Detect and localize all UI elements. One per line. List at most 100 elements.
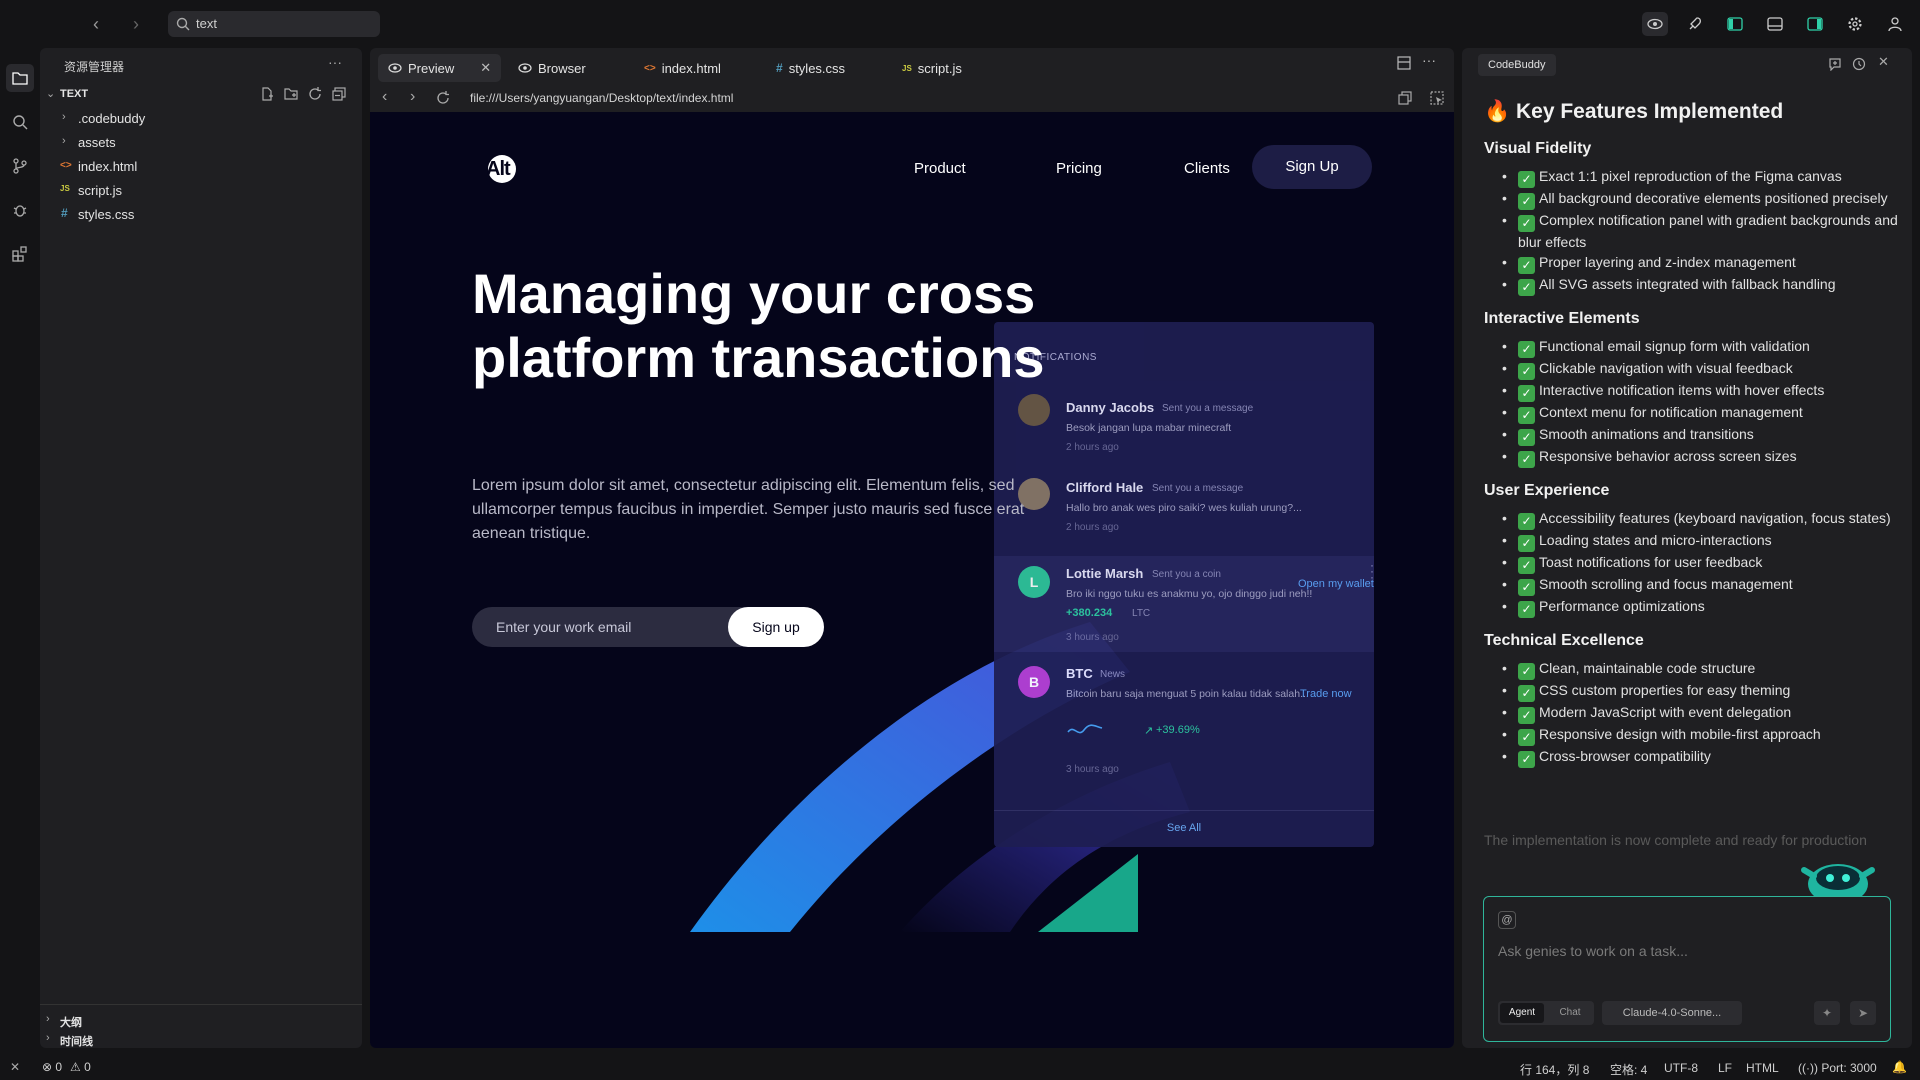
url-input[interactable]: file:///Users/yangyuangan/Desktop/text/i…	[470, 91, 733, 105]
tab-styles-css[interactable]: # styles.css	[766, 54, 855, 82]
tree-item-index-html[interactable]: <> index.html	[40, 154, 362, 178]
trade-now-link[interactable]: Trade now	[1300, 688, 1352, 700]
left-sidebar-toggle-icon[interactable]	[1722, 12, 1748, 36]
notification-item[interactable]: B BTC News Bitcoin baru saja menguat 5 p…	[994, 662, 1374, 792]
bell-icon[interactable]: 🔔	[1892, 1060, 1907, 1074]
tree-item-styles-css[interactable]: # styles.css	[40, 202, 362, 226]
tree-root[interactable]: ⌄ TEXT	[40, 82, 362, 106]
new-folder-icon[interactable]	[284, 87, 300, 101]
mention-icon[interactable]: @	[1498, 911, 1516, 929]
tab-index-html[interactable]: <> index.html	[634, 54, 731, 82]
bullet: •	[1502, 212, 1507, 228]
port-indicator[interactable]: ((·)) Port: 3000	[1798, 1061, 1877, 1075]
tab-preview[interactable]: Preview ✕	[378, 54, 502, 82]
status-bar: ✕ ⊗ 0 ⚠ 0 行 164，列 8 空格: 4 UTF-8 LF HTML …	[0, 1056, 1920, 1080]
bullet: •	[1502, 554, 1507, 570]
line-ending[interactable]: LF	[1718, 1061, 1732, 1075]
coin-currency: LTC	[1132, 608, 1151, 619]
browser-forward-icon[interactable]: ›	[410, 88, 415, 106]
tab-browser[interactable]: Browser	[508, 54, 596, 82]
checkmark-icon: ✓	[1518, 535, 1535, 552]
tree-item-label: index.html	[78, 159, 138, 174]
signup-button[interactable]: Sign up	[728, 607, 824, 647]
feature-item: • ✓ Responsive design with mobile-first ap…	[1502, 724, 1904, 746]
sparkline-icon	[1067, 724, 1103, 734]
feature-text: Performance optimizations	[1539, 598, 1705, 614]
bullet: •	[1502, 276, 1507, 292]
model-selector[interactable]: Claude-4.0-Sonne...	[1602, 1001, 1742, 1025]
logo[interactable]: Alt	[486, 158, 511, 181]
feature-text: Modern JavaScript with event delegation	[1539, 704, 1792, 720]
bullet: •	[1502, 338, 1507, 354]
notification-item[interactable]: L Lottie Marsh Sent you a coin Open my w…	[994, 556, 1374, 652]
more-options-icon[interactable]: ···	[1422, 52, 1436, 68]
inspect-icon[interactable]	[1430, 91, 1444, 105]
account-icon[interactable]	[1882, 12, 1908, 36]
errors-indicator[interactable]: ⊗ 0	[42, 1060, 62, 1074]
history-icon[interactable]	[1852, 57, 1866, 71]
tree-item-assets[interactable]: › assets	[40, 130, 362, 154]
chevron-down-icon: ⌄	[46, 88, 56, 100]
bullet: •	[1502, 704, 1507, 720]
timeline-section[interactable]: › 时间线	[40, 1030, 362, 1048]
checkmark-icon: ✓	[1518, 279, 1535, 296]
bottom-panel-toggle-icon[interactable]	[1762, 12, 1788, 36]
nav-signup-button[interactable]: Sign Up	[1252, 145, 1372, 189]
email-input[interactable]: Enter your work email	[472, 607, 760, 647]
more-options-icon[interactable]: ···	[328, 54, 342, 70]
tree-item-script-js[interactable]: JS script.js	[40, 178, 362, 202]
see-all-link[interactable]: See All	[994, 822, 1374, 834]
sparkle-icon[interactable]: ✦	[1814, 1001, 1840, 1025]
explorer-files-icon[interactable]	[6, 64, 34, 92]
copy-icon[interactable]	[1398, 91, 1412, 105]
browser-back-icon[interactable]: ‹	[382, 88, 387, 106]
collapse-all-icon[interactable]	[332, 87, 346, 101]
indentation[interactable]: 空格: 4	[1610, 1061, 1647, 1078]
notification-action: Sent you a coin	[1152, 569, 1221, 580]
reload-icon[interactable]	[436, 91, 450, 105]
close-icon[interactable]: ✕	[1878, 54, 1889, 70]
new-chat-icon[interactable]	[1828, 57, 1842, 71]
close-icon[interactable]: ✕	[480, 60, 491, 76]
forward-arrow-icon[interactable]: ›	[124, 12, 148, 36]
tree-item-codebuddy[interactable]: › .codebuddy	[40, 106, 362, 130]
rocket-icon[interactable]	[1682, 12, 1708, 36]
chat-input-box[interactable]: @ Ask genies to work on a task... Agent …	[1483, 896, 1891, 1042]
encoding[interactable]: UTF-8	[1664, 1061, 1698, 1075]
right-sidebar-toggle-icon[interactable]	[1802, 12, 1828, 36]
source-control-icon[interactable]	[6, 152, 34, 180]
mode-agent-button[interactable]: Agent	[1500, 1003, 1544, 1023]
nav-clients[interactable]: Clients	[1184, 160, 1230, 177]
cursor-position[interactable]: 行 164，列 8	[1520, 1061, 1589, 1078]
language-mode[interactable]: HTML	[1746, 1061, 1779, 1075]
search-input[interactable]: text	[168, 11, 380, 37]
mode-toggle: Agent Chat	[1498, 1001, 1594, 1025]
notification-message: Bitcoin baru saja menguat 5 poin kalau t…	[1066, 688, 1309, 700]
nav-pricing[interactable]: Pricing	[1056, 160, 1102, 177]
checkmark-icon: ✓	[1518, 751, 1535, 768]
back-arrow-icon[interactable]: ‹	[84, 12, 108, 36]
mode-chat-button[interactable]: Chat	[1548, 1003, 1592, 1023]
tab-codebuddy[interactable]: CodeBuddy	[1478, 54, 1556, 76]
split-editor-icon[interactable]	[1397, 56, 1411, 70]
notifications-panel: NOTIFICATIONS Danny Jacobs Sent you a me…	[994, 322, 1374, 847]
bullet: •	[1502, 254, 1507, 270]
extensions-icon[interactable]	[6, 240, 34, 268]
feature-text: Exact 1:1 pixel reproduction of the Figm…	[1539, 168, 1842, 184]
feature-item: • ✓ Smooth animations and transitions	[1502, 424, 1904, 446]
kebab-menu-icon[interactable]: · · ·	[1370, 559, 1374, 583]
search-icon[interactable]	[6, 108, 34, 136]
debug-icon[interactable]	[6, 196, 34, 224]
refresh-icon[interactable]	[308, 87, 322, 101]
notification-item[interactable]: Danny Jacobs Sent you a message Besok ja…	[994, 394, 1374, 464]
nav-product[interactable]: Product	[914, 160, 966, 177]
tab-label: styles.css	[788, 60, 846, 76]
new-file-icon[interactable]	[260, 87, 274, 101]
warnings-indicator[interactable]: ⚠ 0	[70, 1060, 91, 1074]
outline-section[interactable]: › 大纲	[40, 1008, 362, 1032]
gear-icon[interactable]	[1842, 12, 1868, 36]
remote-icon[interactable]: ✕	[10, 1060, 20, 1074]
eye-icon[interactable]	[1642, 12, 1668, 36]
send-icon[interactable]: ➤	[1850, 1001, 1876, 1025]
tab-script-js[interactable]: JS script.js	[892, 54, 972, 82]
